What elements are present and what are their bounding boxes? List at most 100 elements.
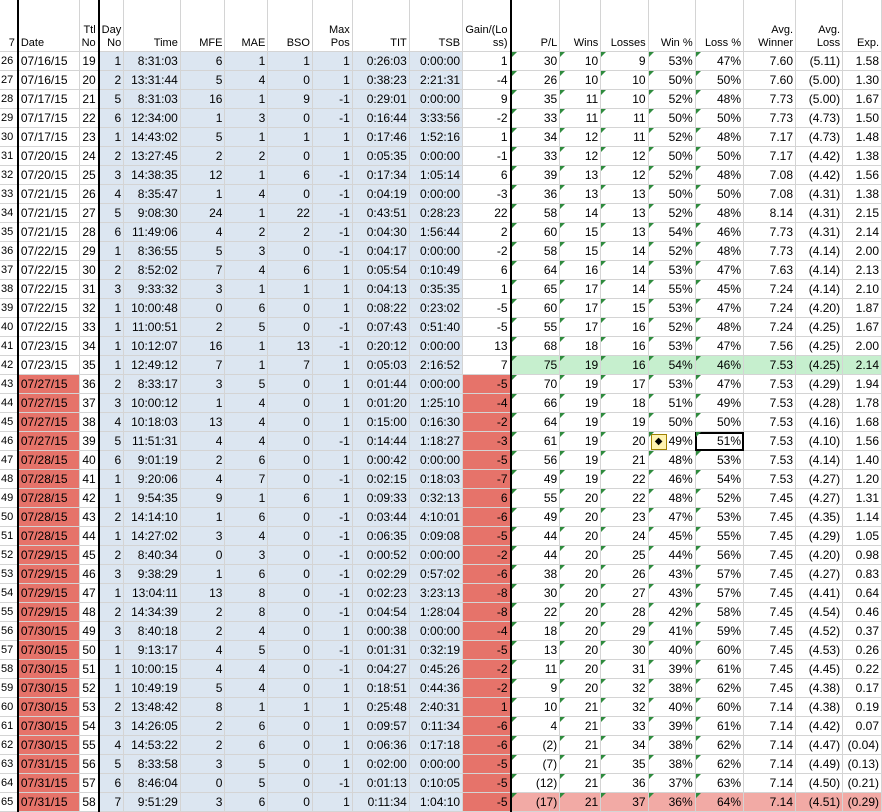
cell-bso[interactable]: 0 <box>267 545 313 565</box>
cell-bso[interactable]: 0 <box>267 317 313 337</box>
cell-win-pct[interactable]: 52% <box>648 165 696 185</box>
cell-date[interactable]: 07/29/15 <box>16 545 80 565</box>
cell-day-no[interactable]: 4 <box>97 184 125 204</box>
cell-time[interactable]: 8:33:58 <box>123 754 181 774</box>
cell-pl[interactable]: 39 <box>510 165 561 185</box>
cell-tit[interactable]: 0:11:34 <box>352 792 410 812</box>
cell-gain-loss[interactable]: 13 <box>462 336 512 356</box>
cell-tit[interactable]: 0:04:27 <box>352 659 410 679</box>
cell-date[interactable]: 07/22/15 <box>16 241 80 261</box>
cell-mae[interactable]: 2 <box>224 222 269 242</box>
cell-bso[interactable]: 9 <box>267 89 313 109</box>
cell-tsb[interactable]: 3:23:13 <box>409 583 464 603</box>
cell-loss-pct[interactable]: 48% <box>695 317 745 337</box>
cell-avg-loss[interactable]: (4.28) <box>795 393 844 413</box>
cell-loss-pct[interactable]: 47% <box>695 298 745 318</box>
cell-ttl-no[interactable]: 29 <box>79 241 100 261</box>
cell-exp[interactable]: 1.14 <box>842 507 882 527</box>
cell-time[interactable]: 14:53:22 <box>123 735 181 755</box>
cell-mfe[interactable]: 7 <box>180 260 226 280</box>
cell-bso[interactable]: 0 <box>267 583 313 603</box>
cell-win-pct[interactable]: 50% <box>648 184 696 204</box>
cell-wins[interactable]: 20 <box>559 602 602 622</box>
cell-gain-loss[interactable]: -5 <box>462 374 512 394</box>
cell-ttl-no[interactable]: 42 <box>79 488 100 508</box>
cell-max-pos[interactable]: -1 <box>312 184 353 204</box>
cell-win-pct[interactable]: 50% <box>648 108 696 128</box>
cell-exp[interactable]: 1.67 <box>842 317 882 337</box>
cell-mae[interactable]: 6 <box>224 507 269 527</box>
cell-avg-winner[interactable]: 7.53 <box>743 431 796 451</box>
cell-max-pos[interactable]: -1 <box>312 431 353 451</box>
cell-pl[interactable]: 11 <box>510 659 561 679</box>
cell-win-pct[interactable]: 39% <box>648 659 696 679</box>
cell-date[interactable]: 07/16/15 <box>16 70 80 90</box>
cell-exp[interactable]: 2.00 <box>842 336 882 356</box>
cell-pl[interactable]: 10 <box>510 697 561 717</box>
cell-avg-loss[interactable]: (4.38) <box>795 678 844 698</box>
cell-gain-loss[interactable]: 22 <box>462 203 512 223</box>
cell-wins[interactable]: 20 <box>559 488 602 508</box>
cell-max-pos[interactable]: 1 <box>312 279 353 299</box>
header-win-pct[interactable]: Win % <box>648 0 696 52</box>
cell-avg-winner[interactable]: 7.45 <box>743 583 796 603</box>
cell-exp[interactable]: 0.46 <box>842 602 882 622</box>
cell-ttl-no[interactable]: 40 <box>79 450 100 470</box>
cell-max-pos[interactable]: 1 <box>312 621 353 641</box>
cell-mfe[interactable]: 0 <box>180 298 226 318</box>
cell-exp[interactable]: 2.15 <box>842 203 882 223</box>
cell-bso[interactable]: 7 <box>267 355 313 375</box>
cell-mae[interactable]: 4 <box>224 678 269 698</box>
cell-gain-loss[interactable]: 1 <box>462 51 512 71</box>
cell-win-pct[interactable]: 40% <box>648 640 696 660</box>
cell-day-no[interactable]: 1 <box>97 241 125 261</box>
cell-win-pct[interactable]: 52% <box>648 127 696 147</box>
cell-date[interactable]: 07/29/15 <box>16 564 80 584</box>
cell-time[interactable]: 10:18:03 <box>123 412 181 432</box>
cell-bso[interactable]: 0 <box>267 412 313 432</box>
cell-ttl-no[interactable]: 41 <box>79 469 100 489</box>
cell-date[interactable]: 07/27/15 <box>16 393 80 413</box>
cell-mfe[interactable]: 13 <box>180 583 226 603</box>
cell-tit[interactable]: 0:29:01 <box>352 89 410 109</box>
cell-bso[interactable]: 0 <box>267 621 313 641</box>
cell-tit[interactable]: 0:00:42 <box>352 450 410 470</box>
cell-mfe[interactable]: 16 <box>180 89 226 109</box>
cell-avg-loss[interactable]: (4.27) <box>795 469 844 489</box>
cell-date[interactable]: 07/21/15 <box>16 203 80 223</box>
cell-pl[interactable]: 75 <box>510 355 561 375</box>
header-losses[interactable]: Losses <box>600 0 649 52</box>
header-exp[interactable]: Exp. <box>842 0 882 52</box>
cell-avg-loss[interactable]: (4.35) <box>795 507 844 527</box>
cell-losses[interactable]: 14 <box>600 279 649 299</box>
cell-ttl-no[interactable]: 56 <box>79 754 100 774</box>
cell-avg-loss[interactable]: (4.10) <box>795 431 844 451</box>
cell-avg-winner[interactable]: 7.14 <box>743 735 796 755</box>
cell-gain-loss[interactable]: -5 <box>462 792 512 812</box>
header-wins[interactable]: Wins <box>559 0 602 52</box>
cell-bso[interactable]: 6 <box>267 165 313 185</box>
cell-loss-pct[interactable]: 48% <box>695 241 745 261</box>
cell-avg-winner[interactable]: 7.45 <box>743 678 796 698</box>
cell-tit[interactable]: 0:01:20 <box>352 393 410 413</box>
cell-pl[interactable]: 4 <box>510 716 561 736</box>
cell-avg-winner[interactable]: 7.53 <box>743 450 796 470</box>
cell-tsb[interactable]: 1:28:04 <box>409 602 464 622</box>
cell-bso[interactable]: 0 <box>267 70 313 90</box>
cell-ttl-no[interactable]: 44 <box>79 526 100 546</box>
cell-loss-pct[interactable]: 55% <box>695 526 745 546</box>
cell-win-pct[interactable]: 54% <box>648 222 696 242</box>
cell-time[interactable]: 11:51:31 <box>123 431 181 451</box>
cell-win-pct[interactable]: 38% <box>648 678 696 698</box>
cell-time[interactable]: 8:52:02 <box>123 260 181 280</box>
cell-tsb[interactable]: 0:00:00 <box>409 51 464 71</box>
cell-tsb[interactable]: 2:40:31 <box>409 697 464 717</box>
cell-date[interactable]: 07/30/15 <box>16 640 80 660</box>
cell-loss-pct[interactable]: 53% <box>695 450 745 470</box>
cell-pl[interactable]: 33 <box>510 146 561 166</box>
cell-tit[interactable]: 0:02:15 <box>352 469 410 489</box>
cell-exp[interactable]: 1.20 <box>842 469 882 489</box>
cell-losses[interactable]: 32 <box>600 678 649 698</box>
cell-date[interactable]: 07/27/15 <box>16 431 80 451</box>
cell-wins[interactable]: 19 <box>559 393 602 413</box>
